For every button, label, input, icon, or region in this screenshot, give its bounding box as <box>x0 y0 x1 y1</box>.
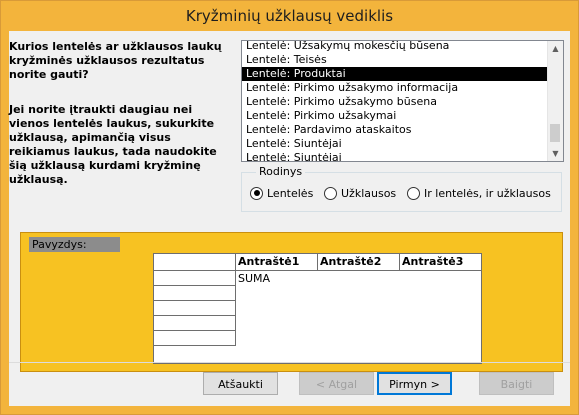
wizard-content: Kurios lentelės ar užklausos laukų kryžm… <box>9 31 570 406</box>
view-group-title: Rodinys <box>256 165 306 178</box>
grid-row-header <box>154 301 236 316</box>
radio-tables[interactable]: Lentelės <box>250 185 313 201</box>
list-item[interactable]: Lentelė: Teisės <box>242 53 548 67</box>
source-hint: Jei norite įtraukti daugiau nei vienos l… <box>9 103 217 186</box>
back-button[interactable]: < Atgal <box>299 372 374 395</box>
window-title: Kryžminių užklausų vediklis <box>185 7 394 25</box>
grid-corner <box>154 254 236 271</box>
radio-queries-label: Užklausos <box>341 186 397 200</box>
list-item[interactable]: Lentelė: Pirkimo užsakymai <box>242 109 548 123</box>
sample-grid: Antraštė1 Antraštė2 Antraštė3 SUMA <box>153 253 482 364</box>
scroll-down-arrow-icon[interactable]: ▼ <box>548 146 563 161</box>
radio-queries[interactable]: Užklausos <box>324 185 396 201</box>
sample-label: Pavyzdys: <box>29 237 120 252</box>
grid-row-header <box>154 271 236 286</box>
next-button[interactable]: Pirmyn > <box>377 372 452 395</box>
finish-button[interactable]: Baigti <box>479 372 554 395</box>
list-item[interactable]: Lentelė: Užsakymų mokesčių būsena <box>242 41 548 53</box>
source-question: Kurios lentelės ar užklausos laukų kryžm… <box>9 40 222 81</box>
grid-row-header <box>154 316 236 331</box>
button-separator <box>9 362 570 363</box>
view-groupbox: Rodinys Lentelės Užklausos Ir lentelės, … <box>241 165 562 212</box>
grid-value-cell: SUMA <box>238 272 271 285</box>
list-item[interactable]: Lentelė: Pardavimo ataskaitos <box>242 123 548 137</box>
radio-unselected-icon[interactable] <box>407 186 420 200</box>
grid-row-header <box>154 331 236 346</box>
radio-unselected-icon[interactable] <box>324 186 337 200</box>
list-scrollbar[interactable]: ▲ ▼ <box>547 41 563 161</box>
grid-column-header: Antraštė2 <box>318 254 400 271</box>
list-item[interactable]: Lentelė: Pirkimo užsakymo informacija <box>242 81 548 95</box>
radio-both[interactable]: Ir lentelės, ir užklausos <box>407 185 551 201</box>
cancel-button[interactable]: Atšaukti <box>203 372 278 395</box>
source-list-items: Lentelė: Užsakymų mokesčių būsena Lentel… <box>242 41 548 161</box>
list-item-selected[interactable]: Lentelė: Produktai <box>242 67 548 81</box>
radio-tables-label: Lentelės <box>267 186 314 200</box>
list-item[interactable]: Lentelė: Pirkimo užsakymo būsena <box>242 95 548 109</box>
radio-both-label: Ir lentelės, ir užklausos <box>424 186 551 200</box>
list-item[interactable]: Lentelė: Siuntėjai <box>242 151 548 161</box>
grid-column-header: Antraštė1 <box>236 254 318 271</box>
grid-column-header: Antraštė3 <box>400 254 481 271</box>
sample-preview: Pavyzdys: Antraštė1 Antraštė2 Antraštė3 … <box>20 232 563 372</box>
scroll-up-arrow-icon[interactable]: ▲ <box>548 41 563 56</box>
list-item[interactable]: Lentelė: Siuntėjai <box>242 137 548 151</box>
source-list[interactable]: Lentelė: Užsakymų mokesčių būsena Lentel… <box>241 40 564 162</box>
scroll-thumb[interactable] <box>550 124 560 142</box>
radio-selected-icon[interactable] <box>250 186 263 200</box>
wizard-window: Kryžminių užklausų vediklis Kurios lente… <box>0 0 579 415</box>
grid-row-header <box>154 286 236 301</box>
